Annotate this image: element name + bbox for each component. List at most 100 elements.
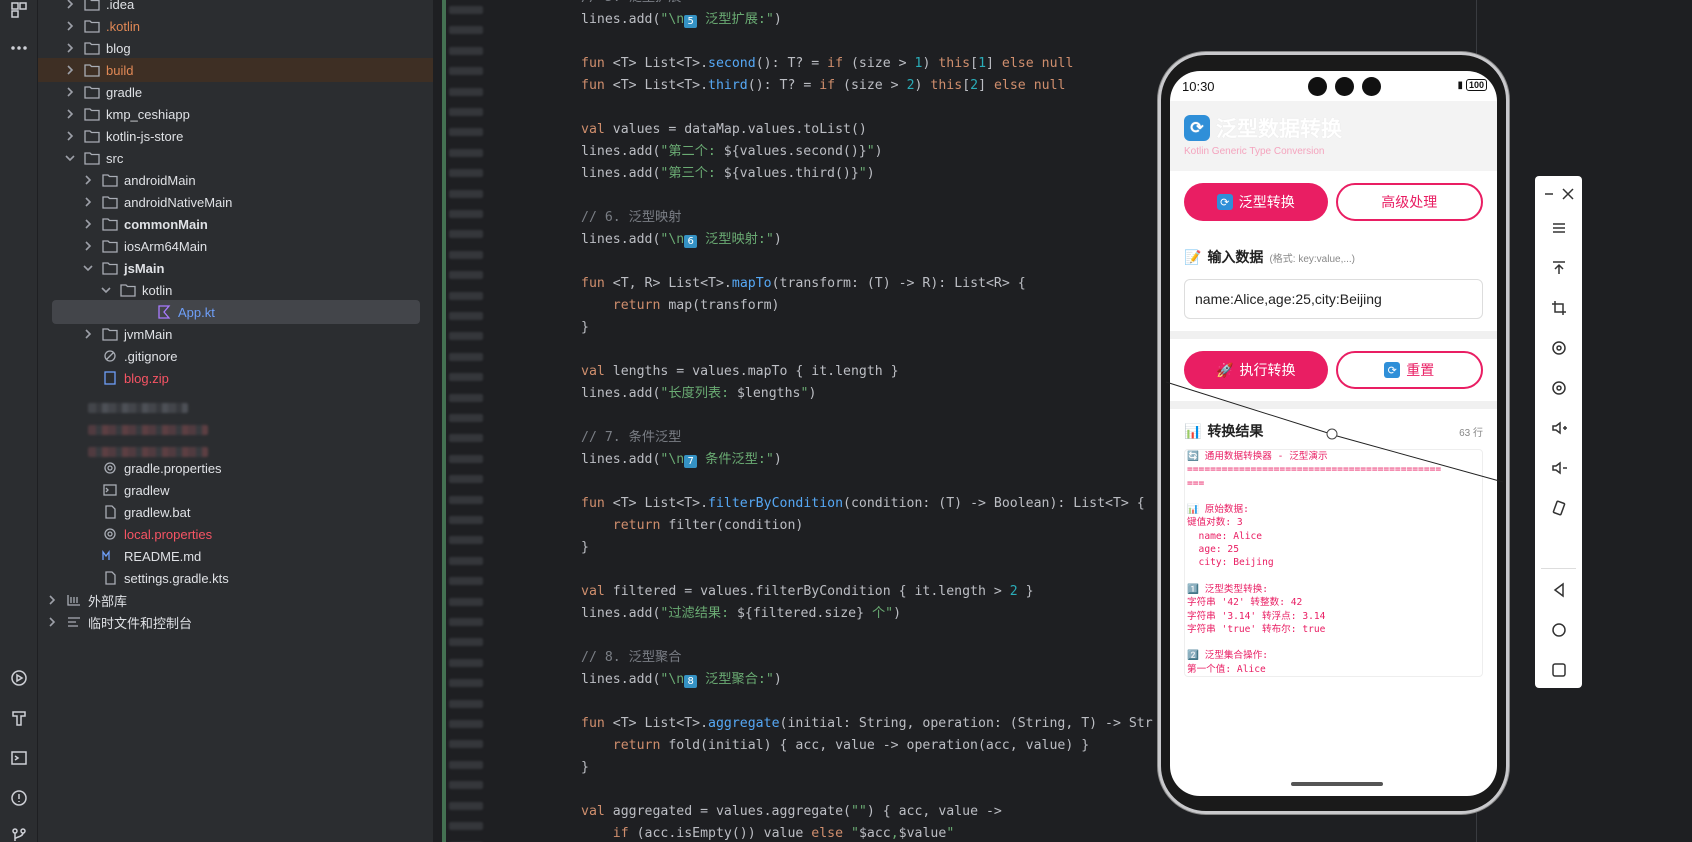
file-type-icon: [102, 483, 118, 497]
chevron-right-icon[interactable]: [82, 174, 94, 186]
code-line[interactable]: }: [581, 758, 589, 778]
chevron-right-icon[interactable]: [64, 42, 76, 54]
menu-icon[interactable]: [1549, 218, 1569, 238]
git-icon[interactable]: [9, 826, 29, 842]
tree-item[interactable]: commonMain: [38, 212, 433, 236]
code-line[interactable]: lines.add("\n 5 泛型扩展:"): [581, 10, 782, 30]
tree-item[interactable]: blog.zip: [38, 366, 433, 390]
line-number: [449, 740, 483, 749]
code-line[interactable]: // 8. 泛型聚合: [581, 648, 681, 668]
more-tools-icon[interactable]: [9, 38, 29, 58]
tree-item[interactable]: settings.gradle.kts: [38, 566, 433, 590]
code-line[interactable]: lines.add("长度列表: $lengths"): [581, 384, 816, 404]
volume-up-icon[interactable]: [1549, 418, 1569, 438]
code-line[interactable]: lines.add("\n 7 条件泛型:"): [581, 450, 782, 470]
chevron-right-icon[interactable]: [64, 130, 76, 142]
build-hammer-icon[interactable]: [9, 708, 29, 728]
volume-down-icon[interactable]: [1549, 458, 1569, 478]
tree-item[interactable]: src: [38, 146, 433, 170]
chevron-right-icon[interactable]: [64, 64, 76, 76]
tree-item[interactable]: gradlew.bat: [38, 500, 433, 524]
tree-item[interactable]: jsMain: [38, 256, 433, 280]
tree-item[interactable]: kotlin: [38, 278, 433, 302]
tree-item[interactable]: local.properties: [38, 522, 433, 546]
tree-item[interactable]: build: [38, 58, 433, 82]
run-conversion-button[interactable]: 🚀 执行转换: [1184, 351, 1328, 389]
rotate-device-icon[interactable]: [1549, 498, 1569, 518]
tree-item[interactable]: .kotlin: [38, 14, 433, 38]
code-line[interactable]: return map(transform): [581, 296, 780, 316]
tree-item[interactable]: App.kt: [52, 300, 420, 324]
tree-item[interactable]: blog: [38, 36, 433, 60]
data-input-field[interactable]: name:Alice,age:25,city:Beijing: [1184, 279, 1483, 319]
tree-item[interactable]: jvmMain: [38, 322, 433, 346]
chevron-right-icon[interactable]: [46, 616, 58, 628]
chevron-right-icon[interactable]: [64, 20, 76, 32]
code-line[interactable]: lines.add("第二个: ${values.second()}"): [581, 142, 883, 162]
device-screen[interactable]: 10:30 ▮ 100 ⟳ 泛型数据转换 Kotlin Generic Type …: [1170, 71, 1497, 796]
code-line[interactable]: val values = dataMap.values.toList(): [581, 120, 867, 140]
chevron-right-icon[interactable]: [64, 0, 76, 10]
chevron-down-icon[interactable]: [82, 262, 94, 274]
chevron-right-icon[interactable]: [64, 86, 76, 98]
chevron-right-icon[interactable]: [82, 218, 94, 230]
code-line[interactable]: lines.add("第三个: ${values.third()}"): [581, 164, 875, 184]
tree-item-label: androidNativeMain: [124, 194, 233, 210]
home-indicator[interactable]: [1291, 782, 1383, 786]
tree-item[interactable]: androidNativeMain: [38, 190, 433, 214]
tree-item[interactable]: .gitignore: [38, 344, 433, 368]
problems-icon[interactable]: [9, 788, 29, 808]
chevron-right-icon[interactable]: [82, 328, 94, 340]
chevron-down-icon[interactable]: [64, 152, 76, 164]
tree-item[interactable]: kotlin-js-store: [38, 124, 433, 148]
overview-icon[interactable]: [1549, 660, 1569, 680]
screenshot-crop-icon[interactable]: [1549, 298, 1569, 318]
chevron-down-icon[interactable]: [100, 284, 112, 296]
chevron-right-icon[interactable]: [64, 108, 76, 120]
run-services-icon[interactable]: [9, 668, 29, 688]
code-line[interactable]: fun <T> List<T>.aggregate(initial: Strin…: [581, 714, 1153, 734]
reset-button[interactable]: ⟳ 重置: [1335, 351, 1483, 389]
tree-item[interactable]: gradlew: [38, 478, 433, 502]
code-line[interactable]: if (acc.isEmpty()) value else "$acc,$val…: [581, 824, 955, 842]
tree-item[interactable]: iosArm64Main: [38, 234, 433, 258]
rotate-right-icon[interactable]: [1549, 378, 1569, 398]
code-line[interactable]: val lengths = values.mapTo { it.length }: [581, 362, 899, 382]
code-line[interactable]: }: [581, 318, 589, 338]
chevron-right-icon[interactable]: [82, 196, 94, 208]
tree-item[interactable]: androidMain: [38, 168, 433, 192]
code-line[interactable]: val aggregated = values.aggregate("") { …: [581, 802, 1002, 822]
tab-advanced-processing[interactable]: 高级处理: [1335, 183, 1483, 221]
home-icon[interactable]: [1549, 620, 1569, 640]
code-line[interactable]: fun <T> List<T>.filterByCondition(condit…: [581, 494, 1145, 514]
code-line[interactable]: }: [581, 538, 589, 558]
code-line[interactable]: // 7. 条件泛型: [581, 428, 681, 448]
chevron-right-icon[interactable]: [82, 240, 94, 252]
tree-item[interactable]: kmp_ceshiapp: [38, 102, 433, 126]
tree-item[interactable]: gradle.properties: [38, 456, 433, 480]
code-line[interactable]: fun <T> List<T>.third(): T? = if (size >…: [581, 76, 1065, 96]
code-line[interactable]: lines.add("\n 6 泛型映射:"): [581, 230, 782, 250]
tree-item[interactable]: 临时文件和控制台: [38, 610, 433, 634]
code-line[interactable]: fun <T, R> List<T>.mapTo(transform: (T) …: [581, 274, 1026, 294]
project-view-icon[interactable]: [9, 0, 29, 20]
code-line[interactable]: return fold(initial) { acc, value -> ope…: [581, 736, 1089, 756]
code-line[interactable]: fun <T> List<T>.second(): T? = if (size …: [581, 54, 1073, 74]
tab-generic-conversion[interactable]: ⟳ 泛型转换: [1184, 183, 1328, 221]
minimize-icon[interactable]: [1539, 184, 1559, 204]
code-line[interactable]: lines.add("\n 8 泛型聚合:"): [581, 670, 782, 690]
code-line[interactable]: return filter(condition): [581, 516, 804, 536]
chevron-right-icon[interactable]: [46, 594, 58, 606]
code-line[interactable]: lines.add("过滤结果: ${filtered.size} 个"): [581, 604, 901, 624]
tree-item[interactable]: README.md: [38, 544, 433, 568]
pin-top-icon[interactable]: [1549, 258, 1569, 278]
tree-item[interactable]: gradle: [38, 80, 433, 104]
tree-item[interactable]: 外部库: [38, 588, 433, 612]
code-line[interactable]: // 6. 泛型映射: [581, 208, 681, 228]
rotate-left-icon[interactable]: [1549, 338, 1569, 358]
code-line[interactable]: val filtered = values.filterByCondition …: [581, 582, 1034, 602]
result-output[interactable]: 🔄 通用数据转换器 - 泛型演示 ========================…: [1184, 449, 1483, 677]
back-icon[interactable]: [1549, 580, 1569, 600]
close-icon[interactable]: [1558, 184, 1578, 204]
terminal-icon[interactable]: [9, 748, 29, 768]
